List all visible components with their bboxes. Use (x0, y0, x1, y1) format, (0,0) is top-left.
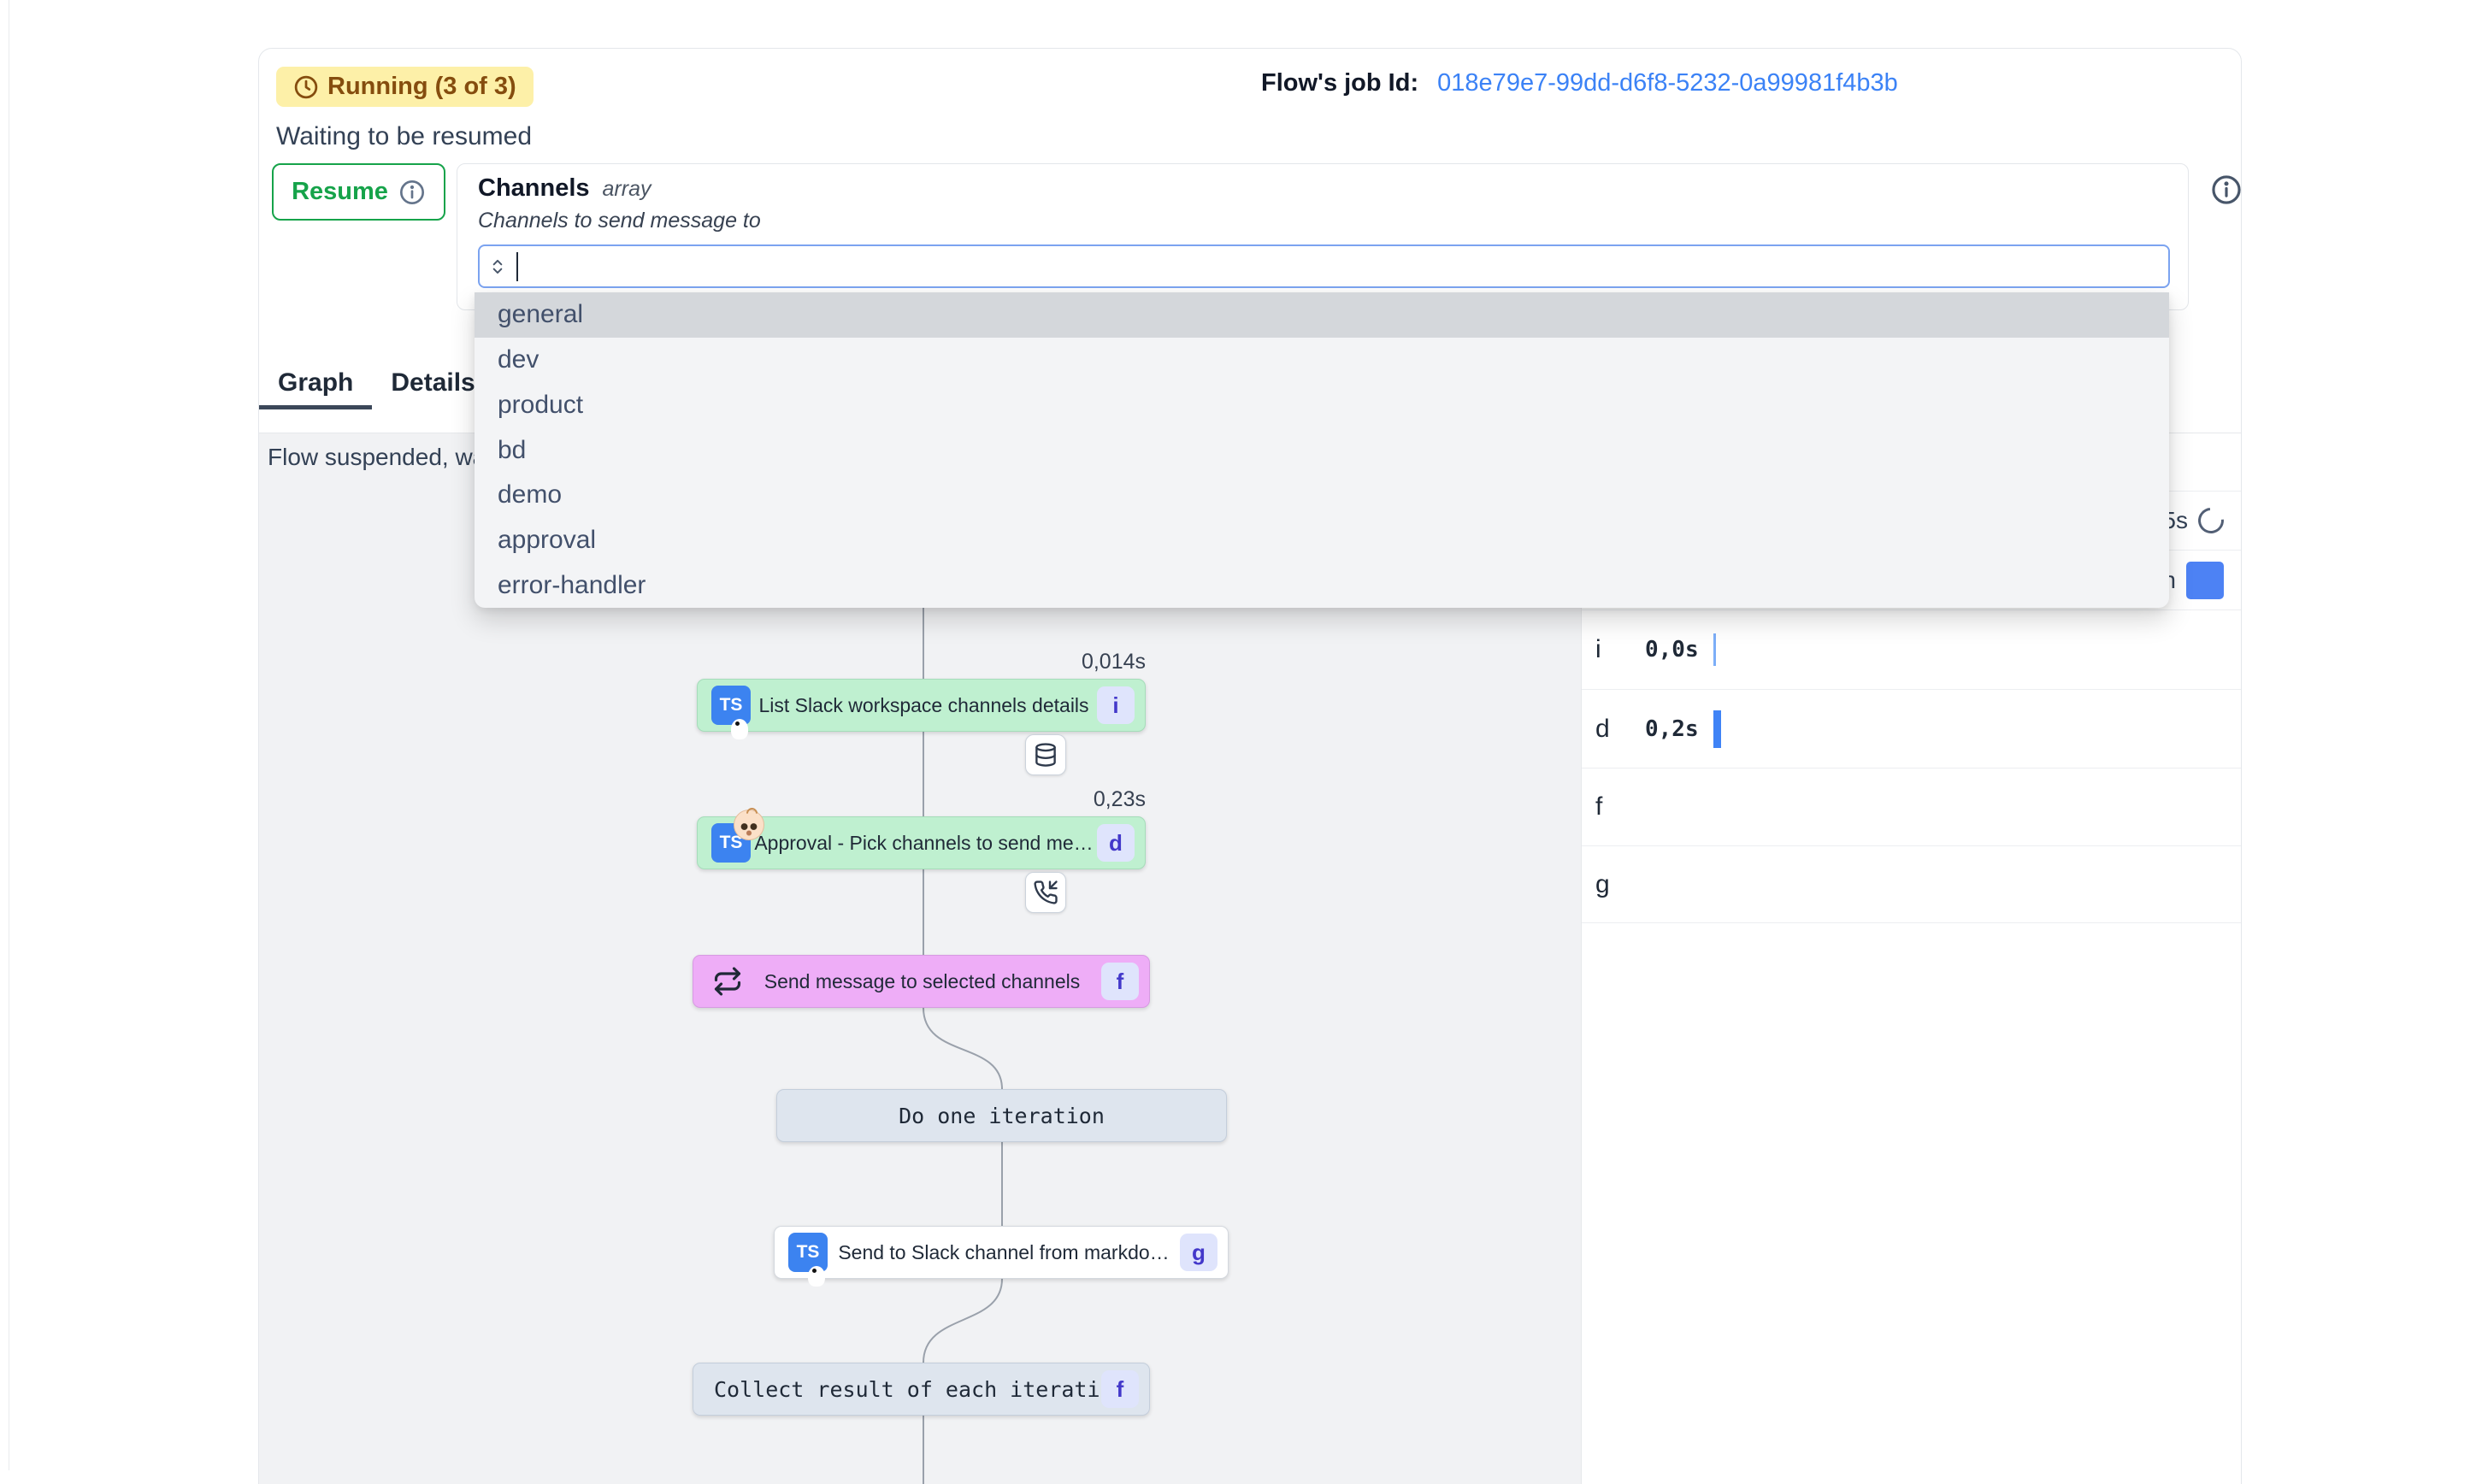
dropdown-option-error-handler[interactable]: error-handler (475, 562, 2169, 608)
legend-color-swatch (2186, 562, 2224, 599)
dropdown-option-demo[interactable]: demo (475, 473, 2169, 518)
field-type: array (603, 177, 651, 202)
job-id-line: Flow's job Id: 018e79e7-99dd-d6f8-5232-0… (1261, 69, 1898, 97)
step-duration: 0,2s (1645, 716, 1713, 742)
step-row-f[interactable]: f (1582, 768, 2241, 846)
flow-node-forloop[interactable]: Send message to selected channels f (693, 955, 1150, 1008)
node-label: Send to Slack channel from markdo… (828, 1241, 1180, 1264)
node-duration: 0,23s (697, 787, 1146, 812)
node-label: Do one iteration (777, 1104, 1226, 1128)
job-id-label: Flow's job Id: (1261, 69, 1418, 97)
clock-icon (293, 74, 319, 100)
step-id-badge: d (1097, 824, 1135, 862)
step-id: i (1595, 635, 1645, 664)
resume-button[interactable]: Resume (272, 163, 445, 221)
step-duration: 0,0s (1645, 637, 1713, 662)
repeat-icon (712, 966, 743, 997)
resume-info-icon[interactable] (398, 179, 426, 206)
step-id-badge: f (1101, 963, 1139, 1000)
flow-run-page: Running (3 of 3) Flow's job Id: 018e79e7… (0, 0, 2488, 1470)
step-row-g[interactable]: g (1582, 846, 2241, 923)
dropdown-option-bd[interactable]: bd (475, 427, 2169, 473)
step-row-d[interactable]: d 0,2s (1582, 690, 2241, 768)
flow-node-collect-result[interactable]: Collect result of each iteration f (693, 1363, 1150, 1416)
resume-form: Channels array Channels to send message … (457, 163, 2189, 310)
channels-dropdown: general dev product bd demo approval err… (475, 292, 2169, 608)
step-id-badge: f (1101, 1370, 1139, 1408)
field-name: Channels (478, 174, 590, 203)
channels-input[interactable] (478, 244, 2170, 288)
form-info-icon[interactable] (2210, 174, 2243, 206)
node-label: Send message to selected channels (743, 970, 1101, 993)
flow-node-approval[interactable]: TS Approval - Pick channels to send me… … (697, 816, 1146, 869)
tab-graph[interactable]: Graph (259, 360, 372, 409)
duration-bar (1713, 710, 1721, 748)
node-label: List Slack workspace channels details (751, 694, 1097, 717)
flow-node-do-one-iteration[interactable]: Do one iteration (776, 1089, 1227, 1142)
step-id: f (1595, 792, 1645, 822)
typescript-deno-icon: TS (711, 686, 751, 725)
flow-node-send-to-slack[interactable]: TS Send to Slack channel from markdo… g (774, 1226, 1229, 1279)
refresh-icon[interactable] (2193, 503, 2229, 539)
flow-node-list-channels[interactable]: TS List Slack workspace channels details… (697, 679, 1146, 732)
view-tabs: Graph Details (259, 360, 494, 409)
flow-run-card: Running (3 of 3) Flow's job Id: 018e79e7… (258, 48, 2242, 1484)
node-label: Collect result of each iteration (714, 1377, 1101, 1402)
dropdown-option-dev[interactable]: dev (475, 338, 2169, 383)
step-row-i[interactable]: i 0,0s (1582, 610, 2241, 690)
node-duration: 0,014s (697, 650, 1146, 674)
waiting-text: Waiting to be resumed (276, 122, 532, 151)
chevrons-up-down-icon (486, 256, 509, 278)
step-id-badge: i (1097, 686, 1135, 724)
dropdown-option-approval[interactable]: approval (475, 518, 2169, 563)
duration-bar (1713, 633, 1716, 666)
dropdown-option-general[interactable]: general (475, 292, 2169, 338)
step-id: d (1595, 715, 1645, 744)
field-description: Channels to send message to (478, 209, 761, 233)
typescript-baby-icon: TS (711, 823, 751, 863)
database-icon (1025, 734, 1066, 775)
step-id-badge: g (1180, 1234, 1217, 1271)
node-label: Approval - Pick channels to send me… (751, 832, 1097, 855)
resume-button-label: Resume (292, 178, 388, 206)
job-id-link[interactable]: 018e79e7-99dd-d6f8-5232-0a99981f4b3b (1437, 69, 1898, 97)
text-caret (516, 252, 518, 281)
status-badge: Running (3 of 3) (276, 67, 534, 107)
step-id: g (1595, 870, 1645, 899)
status-badge-label: Running (3 of 3) (327, 73, 516, 101)
phone-incoming-icon (1025, 872, 1066, 913)
field-title-row: Channels array (478, 174, 651, 203)
dropdown-option-product[interactable]: product (475, 382, 2169, 427)
typescript-deno-icon: TS (788, 1233, 828, 1272)
